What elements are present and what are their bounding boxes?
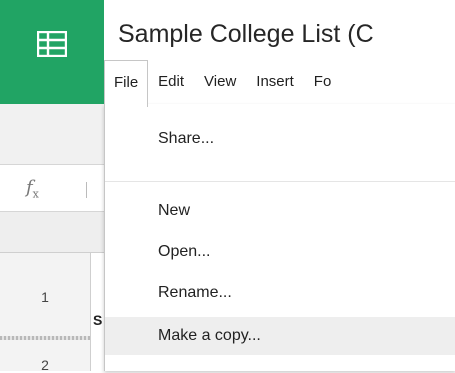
menu-item-share[interactable]: Share... (105, 120, 455, 158)
menu-bar: File Edit View Insert Fo (104, 59, 455, 107)
menu-item-rename[interactable]: Rename... (105, 274, 455, 312)
menu-view[interactable]: View (194, 60, 246, 104)
menu-item-new[interactable]: New (105, 192, 455, 230)
menu-format[interactable]: Fo (304, 60, 342, 104)
sheets-logo[interactable] (0, 0, 104, 104)
formula-separator (86, 182, 87, 198)
fx-label: f (26, 177, 33, 198)
menu-divider (105, 181, 455, 182)
menu-item-make-a-copy[interactable]: Make a copy... (105, 317, 455, 355)
row-header-1[interactable]: 1 (0, 289, 90, 305)
file-menu-dropdown: Share... New Open... Rename... Make a co… (104, 104, 455, 371)
menu-insert[interactable]: Insert (246, 60, 304, 104)
fx-icon: fx (26, 177, 39, 201)
row-header-column (0, 253, 91, 371)
cell-text-fragment[interactable]: S (93, 312, 102, 328)
menu-edit[interactable]: Edit (148, 60, 194, 104)
menu-file[interactable]: File (104, 59, 149, 107)
fx-sub: x (32, 187, 39, 201)
sheets-grid-icon (37, 31, 67, 57)
document-title[interactable]: Sample College List (C (118, 20, 374, 49)
menu-item-open[interactable]: Open... (105, 233, 455, 271)
row-resize-handle[interactable] (0, 336, 90, 340)
